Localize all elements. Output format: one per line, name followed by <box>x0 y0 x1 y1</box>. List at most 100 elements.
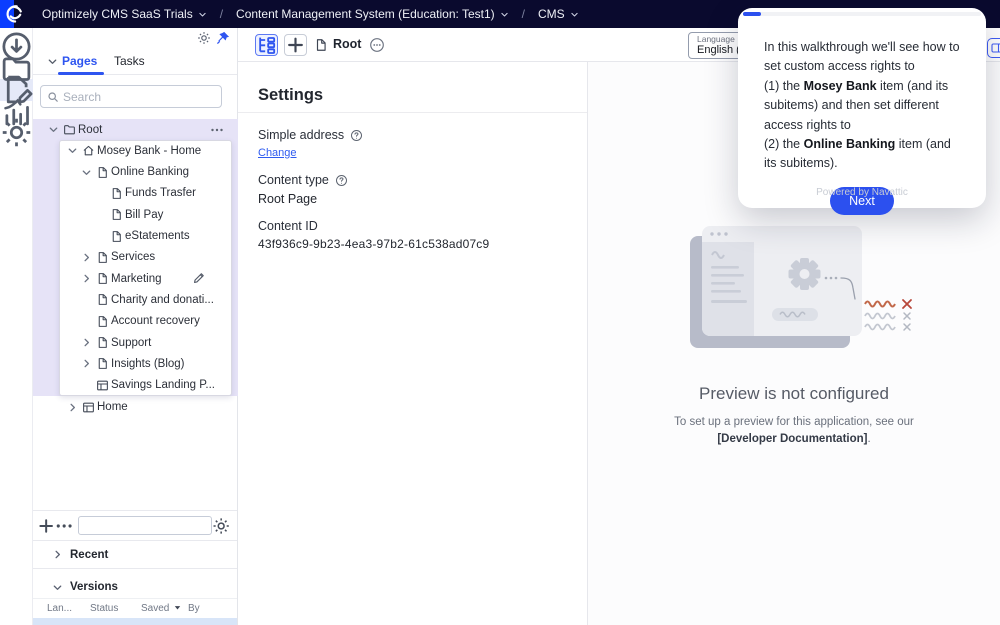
tree-item-marketing[interactable]: Marketing <box>59 268 232 289</box>
tree-item-label: Home <box>97 401 128 413</box>
tree-item-estatements[interactable]: eStatements <box>59 225 232 246</box>
page-icon <box>108 230 125 243</box>
pin-icon[interactable] <box>216 31 230 45</box>
chevron-spacer <box>79 294 94 305</box>
breadcrumb-current-page: Root <box>333 37 361 51</box>
page-icon <box>108 208 125 221</box>
chevron-right-icon[interactable] <box>79 273 94 284</box>
tab-pages[interactable]: Pages <box>62 54 97 68</box>
tree-item-support[interactable]: Support <box>59 332 232 353</box>
versions-column-label: Saved <box>141 603 169 614</box>
add-page-button[interactable] <box>37 516 55 536</box>
tree-settings-gear-icon[interactable] <box>212 516 230 536</box>
chevron-down-icon[interactable] <box>79 167 94 178</box>
chevron-right-icon[interactable] <box>79 337 94 348</box>
optimizely-mark-icon <box>3 3 25 25</box>
content-id-value: 43f936c9-9b23-4ea3-97b2-61c538ad07c9 <box>258 237 489 251</box>
versions-column-status: Status <box>90 603 118 614</box>
recent-label: Recent <box>70 549 108 561</box>
tree-item-funds-trasfer[interactable]: Funds Trasfer <box>59 183 232 204</box>
tree-item-bill-pay[interactable]: Bill Pay <box>59 204 232 225</box>
new-content-button[interactable] <box>284 34 307 56</box>
tree-item-home[interactable]: Home <box>33 397 238 418</box>
tree-footer-input[interactable] <box>78 516 212 535</box>
page-options-menu-icon[interactable] <box>369 37 385 53</box>
chevron-right-icon[interactable] <box>79 252 94 263</box>
tree-item-account-recovery[interactable]: Account recovery <box>59 311 232 332</box>
tree-item-insights-blog[interactable]: Insights (Blog) <box>59 353 232 374</box>
preview-setup-hint: To set up a preview for this application… <box>644 414 944 449</box>
tree-item-charity-and-donati[interactable]: Charity and donati... <box>59 289 232 310</box>
more-options-button[interactable] <box>55 516 73 536</box>
versions-column-by: By <box>188 603 200 614</box>
tree-item-services[interactable]: Services <box>59 247 232 268</box>
chevron-down-icon[interactable] <box>46 124 61 135</box>
icon-rail <box>0 28 33 625</box>
search-icon <box>47 91 59 103</box>
help-icon[interactable] <box>335 174 348 187</box>
tree-item-label: Root <box>78 124 102 136</box>
tree-item-root[interactable]: Root <box>33 119 238 140</box>
folder-icon <box>61 123 78 136</box>
search-input[interactable] <box>63 90 215 104</box>
tab-tasks[interactable]: Tasks <box>114 54 145 68</box>
help-icon[interactable] <box>350 129 363 142</box>
nav-instance-menu[interactable]: Content Management System (Education: Te… <box>236 7 509 21</box>
chevron-down-icon[interactable] <box>65 145 80 156</box>
versions-column-label: Status <box>90 603 118 614</box>
content-type-field: Content type <box>258 173 348 187</box>
nav-separator: / <box>220 7 223 21</box>
preview-hint-text: To set up a preview for this application… <box>674 416 914 428</box>
simple-address-field: Simple address <box>258 128 363 142</box>
nav-instance-label: Content Management System (Education: Te… <box>236 7 495 21</box>
tree-item-options-icon[interactable] <box>210 123 224 137</box>
versions-column-lan: Lan... <box>47 603 72 614</box>
developer-documentation-link[interactable]: [Developer Documentation] <box>717 433 867 445</box>
nav-app-menu[interactable]: CMS <box>538 7 579 21</box>
toggle-tree-button[interactable] <box>255 34 278 56</box>
page-icon <box>314 38 328 52</box>
search-box <box>40 85 222 108</box>
versions-column-label: Lan... <box>47 603 72 614</box>
tree-item-label: Bill Pay <box>125 209 163 221</box>
chevron-right-icon[interactable] <box>79 358 94 369</box>
change-simple-address-link[interactable]: Change <box>258 147 297 159</box>
chevron-down-icon <box>198 10 207 19</box>
rail-item-settings[interactable] <box>0 122 33 144</box>
optimizely-logo[interactable] <box>0 0 30 28</box>
collapse-chevron-icon[interactable] <box>47 56 58 67</box>
chevron-spacer <box>93 209 108 220</box>
tree-item-mosey-bank-home[interactable]: Mosey Bank - Home <box>59 140 232 161</box>
tree-item-label: eStatements <box>125 230 190 242</box>
preview-not-configured-title: Preview is not configured <box>588 384 1000 404</box>
chevron-down-icon <box>500 10 509 19</box>
settings-panel-title: Settings <box>258 86 323 105</box>
tree-item-label: Savings Landing P... <box>111 379 215 391</box>
page-icon <box>94 251 111 264</box>
sidebar-settings-gear-icon[interactable] <box>197 31 211 45</box>
content-type-label: Content type <box>258 173 329 187</box>
selected-version-row[interactable] <box>33 618 237 625</box>
versions-column-label: By <box>188 603 200 614</box>
panel-toggle-icon <box>991 42 1000 54</box>
content-id-label: Content ID <box>258 219 318 233</box>
versions-section-header[interactable]: Versions <box>33 576 237 598</box>
versions-table-header: Lan... Status Saved By <box>33 598 237 618</box>
nav-product-menu[interactable]: Optimizely CMS SaaS Trials <box>42 7 207 21</box>
walkthrough-intro: In this walkthrough we'll see how to set… <box>764 40 960 73</box>
tree-item-savings-landing-p[interactable]: Savings Landing P... <box>59 375 232 396</box>
versions-column-saved[interactable]: Saved <box>141 603 182 614</box>
sidebar-tabs: Pages Tasks <box>33 48 237 75</box>
home-icon <box>80 144 97 157</box>
walkthrough-item1-prefix: (1) the <box>764 79 804 93</box>
chevron-right-icon[interactable] <box>65 402 80 413</box>
settings-divider <box>238 112 587 113</box>
nav-separator: / <box>522 7 525 21</box>
tree-item-label: Services <box>111 251 155 263</box>
tree-item-online-banking[interactable]: Online Banking <box>59 161 232 182</box>
page-icon <box>108 187 125 200</box>
content-type-value: Root Page <box>258 192 317 206</box>
chevron-spacer <box>79 380 94 391</box>
recent-section-header[interactable]: Recent <box>33 540 237 569</box>
right-panel-toggle-button[interactable] <box>987 38 1000 58</box>
